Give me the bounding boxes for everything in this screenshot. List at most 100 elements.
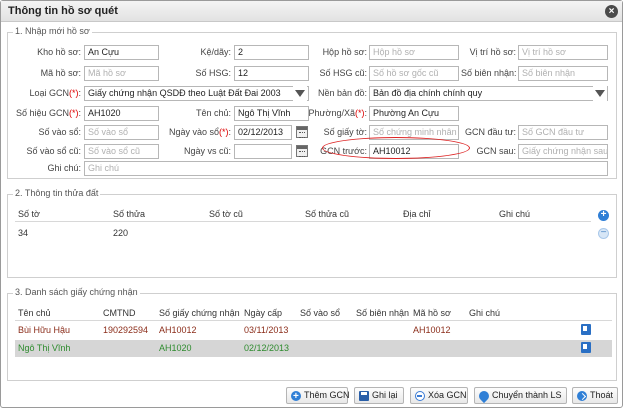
add-parcel-icon[interactable]: + <box>598 210 609 221</box>
col-ghi-chu: Ghi chú <box>499 209 531 219</box>
input-ngay-vao-so[interactable]: 02/12/2013 <box>234 125 292 140</box>
label-so-giay-to: Số giấy tờ: <box>323 127 367 137</box>
delete-certificate-button[interactable]: Xóa GCN <box>410 387 468 404</box>
section2-legend: 2. Thông tin thửa đất <box>13 188 101 198</box>
table-row[interactable]: Bùi Hữu Hậu 190292594 AH10012 03/11/2013… <box>15 322 612 339</box>
col-so-bien-nhan: Số biên nhận <box>356 308 410 318</box>
label-colon: : <box>364 108 367 118</box>
label-so-vao-so: Số vào sổ: <box>38 127 81 137</box>
col-cmtnd: CMTND <box>103 308 136 318</box>
col-so-thua-cu: Số thửa cũ <box>305 209 350 219</box>
input-ten-chu[interactable]: Ngô Thị Vĩnh <box>234 106 309 121</box>
label-nen-ban-do: Nền bản đồ: <box>317 88 367 98</box>
label-gcn-dau-tu: GCN đầu tư: <box>464 127 516 137</box>
save-icon <box>359 391 369 401</box>
col-so-to: Số tờ <box>18 209 40 219</box>
cert-table-header: Tên chủ CMTND Số giấy chứng nhận Ngày cấ… <box>15 308 612 321</box>
cell-ma-ho-so: AH10012 <box>413 325 451 335</box>
label-so-vao-so-cu: Số vào sổ cũ: <box>26 146 81 156</box>
document-icon[interactable] <box>581 324 591 335</box>
minus-icon <box>415 391 425 401</box>
label-phuong-xa: Phường/Xã(*): <box>301 106 367 120</box>
label-ten-chu: Tên chủ: <box>195 108 231 118</box>
chevron-down-icon[interactable] <box>593 86 607 101</box>
location-pin-icon <box>476 388 492 404</box>
col-so-gcn: Số giấy chứng nhận <box>159 308 240 318</box>
col-ghi-chu: Ghi chú <box>469 308 501 318</box>
label-kho-ho-so: Kho hồ sơ: <box>37 47 81 57</box>
label-ma-ho-so: Mã hồ sơ: <box>40 68 81 78</box>
input-so-hsg[interactable]: 12 <box>234 66 309 81</box>
add-certificate-button[interactable]: Thêm GCN <box>286 387 350 404</box>
cell-so-to: 34 <box>18 228 29 238</box>
table-row[interactable]: 34 220 <box>15 226 591 243</box>
save-button[interactable]: Ghi lại <box>354 387 404 404</box>
input-ke-day[interactable]: 2 <box>234 45 309 60</box>
label-so-hsg-cu: Số HSG cũ: <box>319 68 367 78</box>
close-icon[interactable]: × <box>605 5 618 18</box>
label-colon: : <box>228 127 231 137</box>
cell-so-thua: 220 <box>113 228 129 238</box>
scan-record-dialog: Thông tin hồ sơ quét × 1. Nhập mới hồ sơ… <box>0 0 623 408</box>
add-certificate-label: Thêm GCN <box>304 390 350 400</box>
dialog-titlebar: Thông tin hồ sơ quét × <box>1 1 622 22</box>
convert-label: Chuyển thành LS <box>492 390 562 400</box>
cell-ngay-cap: 02/12/2013 <box>244 343 290 353</box>
col-ten-chu: Tên chủ <box>18 308 51 318</box>
cell-ten-chu: Bùi Hữu Hậu <box>18 325 71 335</box>
cell-ngay-cap: 03/11/2013 <box>244 325 289 335</box>
label-loai-gcn: Loại GCN(*): <box>11 86 81 100</box>
input-ngay-vs-cu[interactable] <box>234 144 292 159</box>
highlight-ellipse <box>322 137 470 159</box>
section1-legend: 1. Nhập mới hồ sơ <box>13 26 92 36</box>
delete-certificate-label: Xóa GCN <box>428 390 467 400</box>
label-phuong-xa-text: Phường/Xã <box>308 108 355 118</box>
cell-ten-chu: Ngô Thị Vĩnh <box>18 343 71 353</box>
remove-parcel-icon[interactable]: − <box>598 228 609 239</box>
input-vi-tri-ho-so[interactable]: Vị trí hồ sơ <box>518 45 608 60</box>
label-ke-day: Kệ/dãy: <box>200 47 231 57</box>
label-so-bien-nhan: Số biên nhận: <box>461 68 517 78</box>
input-ghi-chu[interactable]: Ghi chú <box>84 161 608 176</box>
cell-so-gcn: AH10012 <box>159 325 197 335</box>
select-loai-gcn[interactable]: Giấy chứng nhận QSDĐ theo Luật Đất Đai 2… <box>84 86 309 101</box>
col-ma-ho-so: Mã hồ sơ <box>413 308 451 318</box>
input-gcn-dau-tu[interactable]: Số GCN đầu tư <box>518 125 608 140</box>
exit-label: Thoát <box>590 390 614 400</box>
input-so-bien-nhan[interactable]: Số biên nhận <box>518 66 608 81</box>
label-ngay-vao-so: Ngày vào sổ(*): <box>163 125 231 139</box>
col-so-vao-so: Số vào sổ <box>300 308 341 318</box>
label-hop-ho-so: Hộp hồ sơ: <box>322 47 367 57</box>
section3-legend: 3. Danh sách giấy chứng nhận <box>13 287 140 297</box>
select-phuong-xa[interactable]: Phường An Cựu <box>369 106 459 121</box>
cell-so-gcn: AH1020 <box>159 343 192 353</box>
label-ngay-vao-so-text: Ngày vào sổ <box>168 127 219 137</box>
label-colon: : <box>78 108 81 118</box>
select-nen-ban-do[interactable]: Bản đồ địa chính chính quy <box>369 86 608 101</box>
document-icon[interactable] <box>581 342 591 353</box>
input-so-vao-so[interactable]: Số vào sổ <box>84 125 159 140</box>
label-ghi-chu: Ghi chú: <box>47 163 81 173</box>
table-row[interactable]: Ngô Thị Vĩnh AH1020 02/12/2013 <box>15 340 612 357</box>
col-dia-chi: Địa chỉ <box>403 209 431 219</box>
convert-button[interactable]: Chuyển thành LS <box>474 387 567 404</box>
label-so-hieu-gcn: Số hiệu GCN(*): <box>11 106 81 120</box>
input-gcn-sau[interactable]: Giấy chứng nhận sau <box>518 144 608 159</box>
input-hop-ho-so[interactable]: Hộp hồ sơ <box>369 45 459 60</box>
cell-cmtnd: 190292594 <box>103 325 149 335</box>
exit-button[interactable]: Thoát <box>572 387 618 404</box>
parcel-table-header: Số tờ Số thửa Số tờ cũ Số thửa cũ Địa ch… <box>15 209 591 222</box>
input-so-hsg-cu[interactable]: Số hồ sơ gốc cũ <box>369 66 459 81</box>
col-ngay-cap: Ngày cấp <box>244 308 283 318</box>
input-kho-ho-so[interactable]: An Cựu <box>84 45 159 60</box>
input-so-vao-so-cu[interactable]: Số vào sổ cũ <box>84 144 159 159</box>
input-ma-ho-so[interactable]: Mã hồ sơ <box>84 66 159 81</box>
save-label: Ghi lại <box>372 390 398 400</box>
input-so-hieu-gcn[interactable]: AH1020 <box>84 106 159 121</box>
label-so-hsg: Số HSG: <box>195 68 231 78</box>
plus-icon <box>291 389 301 404</box>
label-so-hieu-gcn-text: Số hiệu GCN <box>15 108 69 118</box>
label-ngay-vs-cu: Ngày vs cũ: <box>183 146 231 156</box>
col-so-thua: Số thửa <box>113 209 146 219</box>
label-colon: : <box>78 88 81 98</box>
